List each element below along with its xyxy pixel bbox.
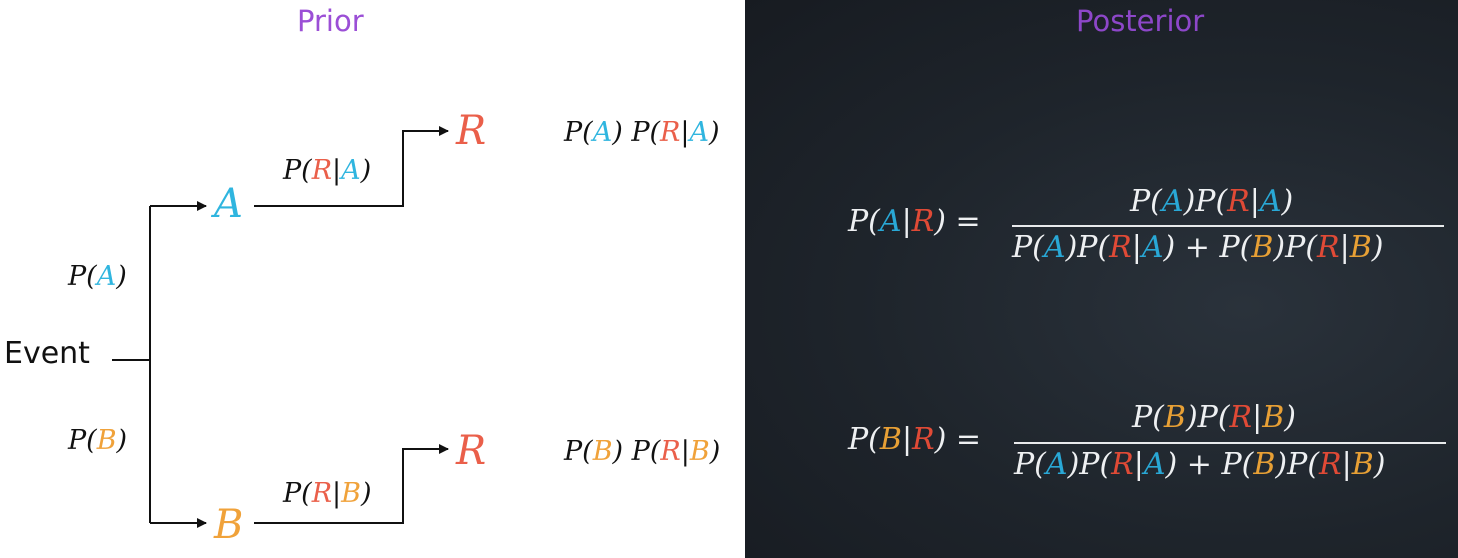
prob-b-label: P(B)	[68, 425, 128, 456]
posterior-b-fraction-bar	[1014, 442, 1446, 444]
leaf-r-bottom: R	[456, 428, 487, 474]
posterior-b-lhs: P(B|R) =	[848, 422, 982, 457]
prob-r-given-b-label: P(R|B)	[283, 478, 372, 509]
event-label: Event	[4, 336, 90, 371]
joint-b-r: P(B) P(R|B)	[564, 436, 721, 467]
prob-a-label: P(A)	[68, 261, 127, 292]
posterior-a-fraction-bar	[1012, 225, 1444, 227]
posterior-header: Posterior	[1076, 4, 1205, 38]
leaf-r-top: R	[456, 108, 487, 154]
node-b: B	[214, 502, 244, 548]
posterior-a-denominator: P(A)P(R|A) + P(B)P(R|B)	[1012, 230, 1384, 265]
posterior-b-denominator: P(A)P(R|A) + P(B)P(R|B)	[1014, 447, 1386, 482]
node-a: A	[214, 181, 243, 227]
prob-r-given-a-label: P(R|A)	[283, 155, 372, 186]
posterior-b-numerator: P(B)P(R|B)	[1132, 400, 1297, 435]
posterior-a-numerator: P(A)P(R|A)	[1130, 184, 1294, 219]
posterior-a-lhs: P(A|R) =	[848, 204, 981, 239]
joint-a-r: P(A) P(R|A)	[564, 117, 720, 148]
